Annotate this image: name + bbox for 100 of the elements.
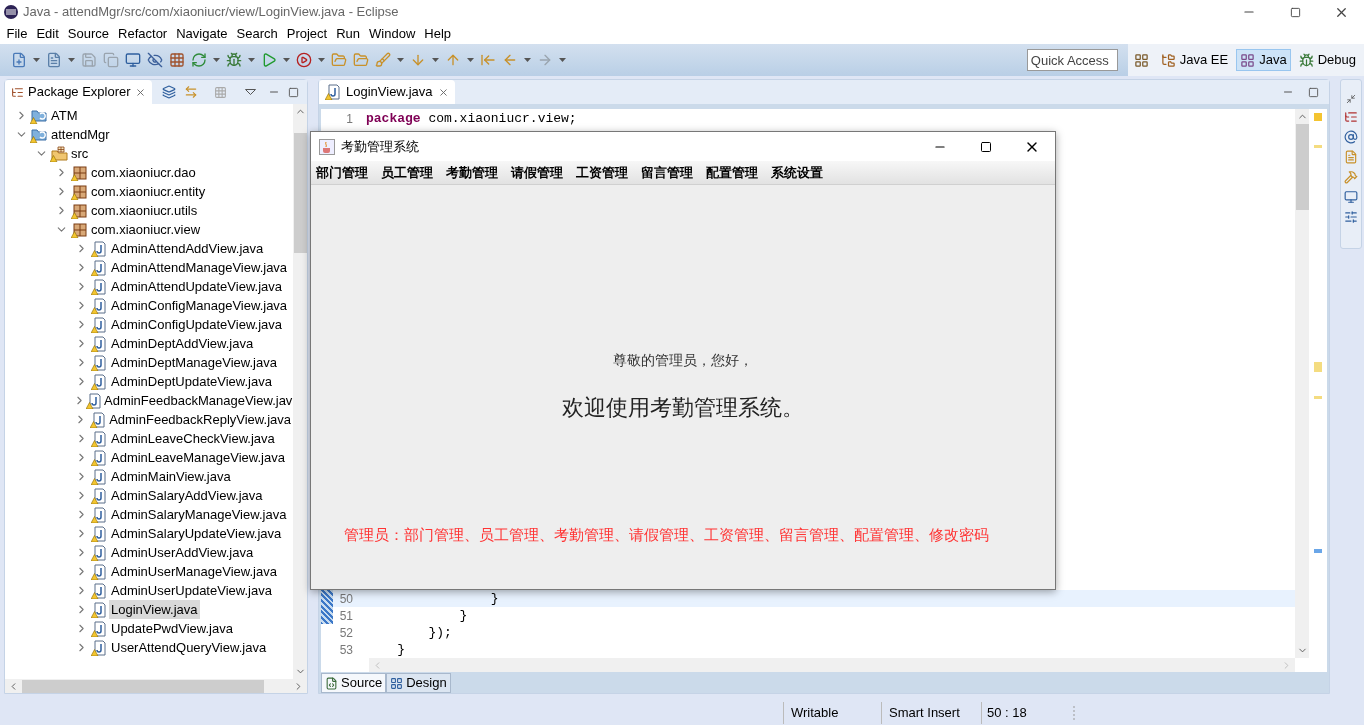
menu-item[interactable]: Search	[232, 24, 283, 44]
perspective-button[interactable]: Java	[1236, 49, 1291, 71]
quick-access-field[interactable]: Quick Access	[1026, 49, 1118, 71]
run-icon[interactable]	[261, 52, 277, 68]
close-icon[interactable]	[437, 86, 449, 98]
tree-item[interactable]: AdminAttendAddView.java	[109, 238, 266, 259]
tree-item[interactable]: AdminFeedbackReplyView.java	[107, 409, 293, 430]
editor-bottom-tab[interactable]: Design	[386, 673, 451, 693]
caret-icon[interactable]	[397, 58, 404, 62]
refresh-icon[interactable]	[191, 52, 207, 68]
tree-item[interactable]: com.xiaoniucr.entity	[89, 181, 208, 202]
folder-icon[interactable]	[331, 52, 347, 68]
menu-item[interactable]: Source	[63, 24, 114, 44]
tree-item[interactable]: AdminAttendManageView.java	[109, 257, 290, 278]
menu-item[interactable]: Edit	[31, 24, 64, 44]
open-perspective-icon[interactable]	[1133, 52, 1149, 68]
tree-item[interactable]: com.xiaoniucr.utils	[89, 200, 200, 221]
tree-item[interactable]: com.xiaoniucr.dao	[89, 162, 198, 183]
view-menu-icon[interactable]	[244, 89, 256, 95]
vertical-scrollbar[interactable]	[1295, 109, 1309, 658]
tree-item[interactable]: AdminDeptAddView.java	[109, 333, 256, 354]
caret-icon[interactable]	[33, 58, 40, 62]
caret-icon[interactable]	[524, 58, 531, 62]
tree-item[interactable]: attendMgr	[49, 124, 112, 145]
menu-item[interactable]: 系统设置	[771, 162, 823, 183]
menu-item[interactable]: 员工管理	[381, 162, 433, 183]
tree-item[interactable]: AdminMainView.java	[109, 466, 233, 487]
tree-item[interactable]: src	[69, 143, 91, 164]
run-tool-icon[interactable]	[296, 52, 312, 68]
monitor-icon[interactable]	[125, 52, 141, 68]
tree-item[interactable]: AdminFeedbackManageView.jav	[102, 390, 293, 411]
editor-bottom-tab[interactable]: Source	[321, 673, 387, 693]
menu-item[interactable]: Project	[282, 24, 332, 44]
menu-item[interactable]: Help	[419, 24, 456, 44]
tree-item[interactable]: AdminDeptUpdateView.java	[109, 371, 274, 392]
permissions-text: 管理员：部门管理、员工管理、考勤管理、请假管理、工资管理、留言管理、配置管理、修改密码	[344, 525, 989, 546]
left-bar-arrow-icon[interactable]	[480, 52, 496, 68]
menu-item[interactable]: Run	[331, 24, 365, 44]
tree-item[interactable]: AdminUserUpdateView.java	[109, 580, 274, 601]
caret-icon[interactable]	[559, 58, 566, 62]
caret-icon[interactable]	[248, 58, 255, 62]
tree-item[interactable]: UpdatePwdView.java	[109, 618, 235, 639]
tree-item[interactable]: AdminDeptManageView.java	[109, 352, 279, 373]
brush-icon[interactable]	[375, 52, 391, 68]
scroll-thumb[interactable]	[293, 133, 307, 253]
hierarchy-icon[interactable]	[1344, 110, 1358, 124]
caret-icon[interactable]	[213, 58, 220, 62]
collapse-all-icon[interactable]	[161, 85, 176, 99]
caret-icon[interactable]	[467, 58, 474, 62]
document-icon[interactable]	[46, 52, 62, 68]
menu-item[interactable]: 配置管理	[706, 162, 758, 183]
tree-item[interactable]: ATM	[49, 105, 80, 126]
restore-icon[interactable]	[1346, 94, 1356, 104]
menu-item[interactable]: Refactor	[113, 24, 172, 44]
tree-item[interactable]: AdminUserAddView.java	[109, 542, 256, 563]
tree-item[interactable]: UserAttendQueryView.java	[109, 637, 269, 658]
caret-icon[interactable]	[432, 58, 439, 62]
at-sign-icon[interactable]	[1344, 130, 1358, 144]
caret-icon[interactable]	[318, 58, 325, 62]
caret-icon[interactable]	[283, 58, 290, 62]
menu-item[interactable]: 工资管理	[576, 162, 628, 183]
perspective-button[interactable]: Java EE	[1156, 49, 1233, 71]
tree-item[interactable]: AdminSalaryManageView.java	[109, 504, 289, 525]
monitor-icon[interactable]	[1344, 190, 1358, 204]
tree-item[interactable]: AdminConfigUpdateView.java	[109, 314, 285, 335]
tree-item[interactable]: LoginView.java	[109, 599, 200, 620]
tree-item[interactable]: AdminSalaryAddView.java	[109, 485, 265, 506]
sliders-icon[interactable]	[1344, 210, 1358, 224]
scroll-thumb[interactable]	[22, 679, 264, 693]
editor-tab[interactable]: LoginView.java	[319, 80, 455, 104]
tree-item[interactable]: AdminAttendUpdateView.java	[109, 276, 285, 297]
tree-item[interactable]: AdminConfigManageView.java	[109, 295, 290, 316]
crossed-eye-icon[interactable]	[147, 52, 163, 68]
document-icon[interactable]	[1344, 150, 1358, 164]
new-file-icon[interactable]	[11, 52, 27, 68]
vertical-scrollbar[interactable]	[293, 104, 307, 679]
menu-item[interactable]: 部门管理	[316, 162, 368, 183]
close-icon[interactable]	[134, 86, 146, 98]
caret-icon[interactable]	[68, 58, 75, 62]
tree-item[interactable]: AdminLeaveManageView.java	[109, 447, 287, 468]
hammer-icon[interactable]	[1344, 170, 1358, 184]
bug-icon[interactable]	[226, 52, 242, 68]
tree-item[interactable]: com.xiaoniucr.view	[89, 219, 203, 240]
menu-item[interactable]: Navigate	[171, 24, 232, 44]
tree-item[interactable]: AdminLeaveCheckView.java	[109, 428, 277, 449]
package-grid-icon[interactable]	[169, 52, 185, 68]
view-tab[interactable]: Package Explorer	[5, 80, 152, 104]
menu-item[interactable]: 考勤管理	[446, 162, 498, 183]
perspective-button[interactable]: Debug	[1294, 49, 1360, 71]
horizontal-scrollbar[interactable]	[5, 679, 307, 693]
link-arrows-icon[interactable]	[183, 85, 198, 99]
folder-icon[interactable]	[353, 52, 369, 68]
scroll-thumb[interactable]	[1295, 124, 1309, 210]
menu-item[interactable]: Window	[364, 24, 420, 44]
menu-item[interactable]: 请假管理	[511, 162, 563, 183]
menu-item[interactable]: 留言管理	[641, 162, 693, 183]
tree-item[interactable]: AdminSalaryUpdateView.java	[109, 523, 284, 544]
filter-icon[interactable]	[213, 85, 227, 99]
tree-item[interactable]: AdminUserManageView.java	[109, 561, 279, 582]
menu-item[interactable]: File	[2, 24, 32, 44]
